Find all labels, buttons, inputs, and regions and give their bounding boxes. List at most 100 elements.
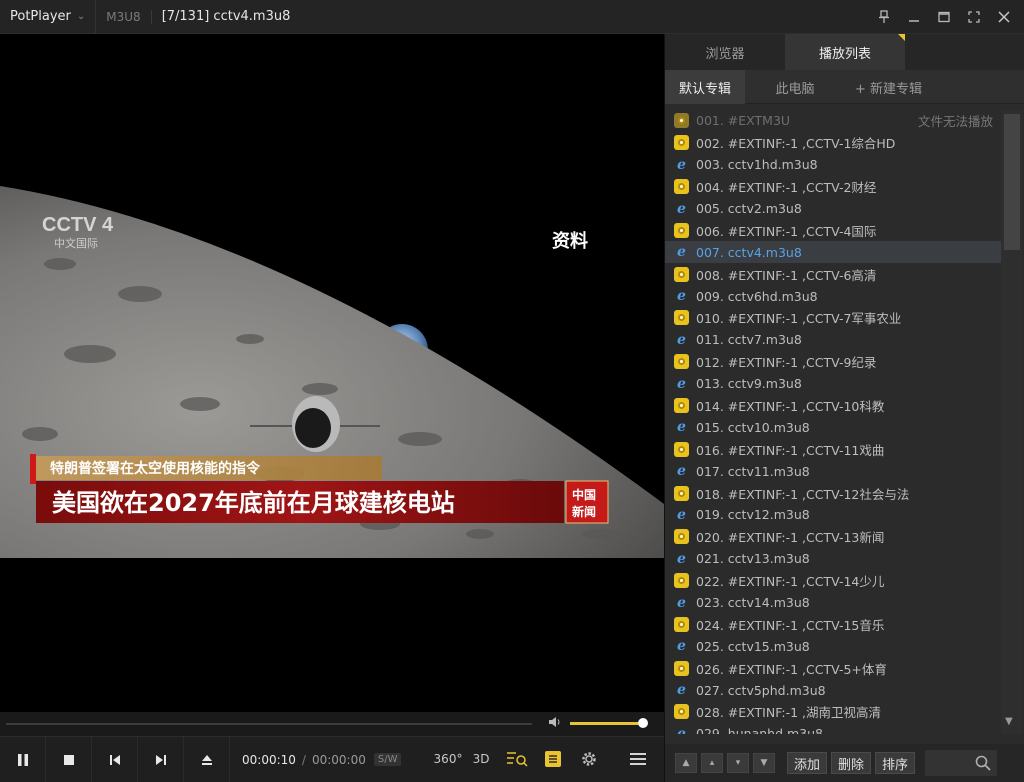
play-icon [674,441,689,457]
seek-bar[interactable] [6,723,532,725]
archive-label: 资料 [552,230,588,252]
volume-knob[interactable] [638,718,648,728]
maximize-icon[interactable] [932,5,956,29]
eject-button[interactable] [184,736,230,782]
control-bar: 00:00:10 / 00:00:00 S/W [0,736,664,782]
settings-button[interactable] [578,747,600,771]
next-button[interactable] [138,736,184,782]
pause-button[interactable] [0,736,46,782]
playlist-item[interactable]: 020. #EXTINF:-1 ,CCTV-13新闻 [665,526,1001,548]
playlist-item[interactable]: 028. #EXTINF:-1 ,湖南卫视高清 [665,701,1001,723]
playlist-item[interactable]: e 009. cctv6hd.m3u8 [665,285,1001,307]
playlist-item[interactable]: 001. #EXTM3U 文件无法播放 [665,110,1001,132]
pin-icon[interactable] [872,5,896,29]
playlist-item[interactable]: e 005. cctv2.m3u8 [665,198,1001,220]
playlist-item[interactable]: 008. #EXTINF:-1 ,CCTV-6高清 [665,263,1001,285]
playlist-item[interactable]: 002. #EXTINF:-1 ,CCTV-1综合HD [665,132,1001,154]
news-badge-bottom: 新闻 [572,504,596,519]
playlist-search-input[interactable] [925,750,998,776]
close-icon[interactable] [992,5,1016,29]
ie-icon: e [677,200,686,217]
seek-row [0,712,664,736]
playlist-item[interactable]: e 021. cctv13.m3u8 [665,548,1001,570]
tab-playlist[interactable]: 播放列表 [785,34,905,70]
volume-slider[interactable] [570,722,642,725]
playlist-item[interactable]: 004. #EXTINF:-1 ,CCTV-2财经 [665,176,1001,198]
play-icon [674,485,689,501]
playlist-item-label: 003. cctv1hd.m3u8 [696,157,818,173]
stop-button[interactable] [46,736,92,782]
skip-next-icon [155,754,166,765]
playlist-item-status: 文件无法播放 [917,114,993,130]
album-tabs: 默认专辑 此电脑 + 新建专辑 [665,70,1024,104]
playlist-item-label: 023. cctv14.m3u8 [696,595,810,611]
playlist-item[interactable]: 024. #EXTINF:-1 ,CCTV-15音乐 [665,613,1001,635]
playlist-item[interactable]: 006. #EXTINF:-1 ,CCTV-4国际 [665,219,1001,241]
file-title: [7/131] cctv4.m3u8 [161,9,291,24]
list-search-icon [507,752,528,767]
3d-button[interactable]: 3D [470,747,492,771]
title-bar: PotPlayer ⌄ M3U8 [7/131] cctv4.m3u8 [0,0,1024,34]
playlist-item[interactable]: e 019. cctv12.m3u8 [665,504,1001,526]
playlist-item-label: 010. #EXTINF:-1 ,CCTV-7军事农业 [696,311,902,327]
playlist-item[interactable]: 018. #EXTINF:-1 ,CCTV-12社会与法 [665,482,1001,504]
chevron-down-icon: ⌄ [76,11,86,22]
scroll-down-arrow-icon[interactable]: ▼ [1005,716,1013,727]
playlist-item[interactable]: e 023. cctv14.m3u8 [665,592,1001,614]
move-down-icon[interactable]: ▾ [727,753,749,773]
ie-icon: e [677,638,686,655]
playlist-icon [545,751,561,767]
playlist-item[interactable]: e 007. cctv4.m3u8 [665,241,1001,264]
caption-large: 美国欲在2027年底前在月球建核电站 [52,489,455,517]
album-tab-default[interactable]: 默认专辑 [665,70,745,104]
playlist-item[interactable]: e 015. cctv10.m3u8 [665,416,1001,438]
fullscreen-icon[interactable] [962,5,986,29]
sort-button[interactable]: 排序 [875,752,916,774]
playlist-item-label: 028. #EXTINF:-1 ,湖南卫视高清 [696,705,882,721]
delete-button[interactable]: 删除 [831,752,872,774]
minimize-icon[interactable] [902,5,926,29]
playlist-item[interactable]: e 029. hunanhd.m3u8 [665,723,1001,734]
move-bottom-icon[interactable]: ▼ [753,753,775,773]
add-button[interactable]: 添加 [787,752,828,774]
menu-button[interactable] [626,747,650,771]
playlist-scrollbar[interactable]: ▼ [1001,110,1023,734]
playlist-item[interactable]: 010. #EXTINF:-1 ,CCTV-7军事农业 [665,307,1001,329]
playlist-toggle-button[interactable] [542,747,564,771]
move-up-icon[interactable]: ▴ [701,753,723,773]
move-top-icon[interactable]: ▲ [675,753,697,773]
playlist-item[interactable]: e 017. cctv11.m3u8 [665,460,1001,482]
app-menu-button[interactable]: PotPlayer ⌄ [0,0,97,34]
app-name: PotPlayer [10,9,71,24]
scrollbar-thumb[interactable] [1004,114,1020,250]
channel-sub: 中文国际 [54,236,98,250]
vr-360-button[interactable]: 360° [434,747,463,771]
playlist-item-label: 021. cctv13.m3u8 [696,551,810,567]
playlist-item[interactable]: e 011. cctv7.m3u8 [665,329,1001,351]
playlist-search-button[interactable] [504,747,530,771]
playlist-item[interactable]: 014. #EXTINF:-1 ,CCTV-10科教 [665,395,1001,417]
volume-icon[interactable] [548,716,562,732]
playlist-item-label: 004. #EXTINF:-1 ,CCTV-2财经 [696,180,877,196]
panel-tabs: 浏览器 播放列表 [665,34,1024,70]
playlist-item[interactable]: e 025. cctv15.m3u8 [665,635,1001,657]
previous-button[interactable] [92,736,138,782]
ie-icon: e [677,506,686,523]
playlist-item[interactable]: 026. #EXTINF:-1 ,CCTV-5+体育 [665,657,1001,679]
playlist-item[interactable]: e 013. cctv9.m3u8 [665,373,1001,395]
playlist-item-label: 017. cctv11.m3u8 [696,463,810,479]
playlist-item-label: 006. #EXTINF:-1 ,CCTV-4国际 [696,223,877,239]
sw-decoder-badge[interactable]: S/W [373,753,402,766]
playlist-item[interactable]: 012. #EXTINF:-1 ,CCTV-9纪录 [665,351,1001,373]
playlist-item[interactable]: 022. #EXTINF:-1 ,CCTV-14少儿 [665,570,1001,592]
news-badge-top: 中国 [572,487,596,502]
playlist-item[interactable]: 016. #EXTINF:-1 ,CCTV-11戏曲 [665,438,1001,460]
album-tab-this-pc[interactable]: 此电脑 [745,70,845,104]
tab-browser[interactable]: 浏览器 [665,34,785,70]
video-area[interactable]: CCTV 4 中文国际 资料 特朗普签署在太空使用核能的指令 美国欲在2027年… [0,34,664,712]
playlist-item[interactable]: e 027. cctv5phd.m3u8 [665,679,1001,701]
playlist-item[interactable]: e 003. cctv1hd.m3u8 [665,154,1001,176]
play-icon [674,222,689,238]
channel-logo: CCTV 4 [42,214,114,236]
album-tab-new[interactable]: + 新建专辑 [845,70,932,104]
